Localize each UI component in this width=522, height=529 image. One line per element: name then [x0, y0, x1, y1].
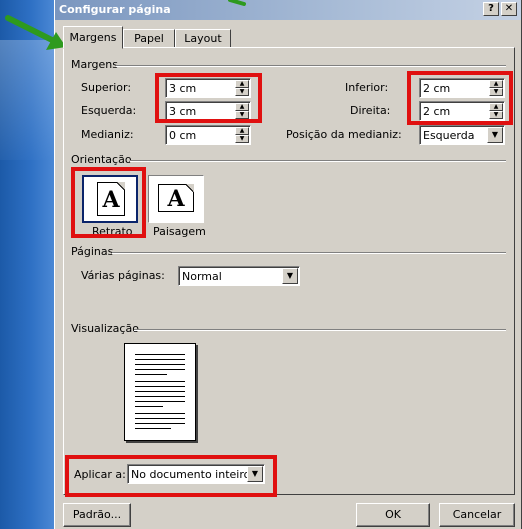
preview-text-line — [135, 354, 185, 355]
close-button[interactable]: ✕ — [501, 2, 517, 16]
right-margin-label: Direita: — [350, 104, 391, 117]
multiple-pages-label: Várias páginas: — [81, 269, 165, 282]
tab-layout[interactable]: Layout — [175, 29, 231, 48]
dialog-title: Configurar página — [59, 3, 171, 16]
landscape-button[interactable]: A — [148, 175, 204, 223]
preview-group-title: Visualização — [71, 322, 139, 335]
gutter-value: 0 cm — [169, 129, 197, 142]
preview-text-line — [135, 406, 163, 407]
preview-text-line — [135, 374, 167, 375]
multiple-pages-value: Normal — [182, 270, 222, 283]
preview-text-line — [135, 391, 185, 392]
gutter-position-label: Posição da medianiz: — [286, 128, 402, 141]
orientation-group-title: Orientação — [71, 153, 132, 166]
tab-margens[interactable]: Margens — [63, 26, 123, 49]
spin-up-icon[interactable]: ▲ — [235, 127, 249, 135]
landscape-label: Paisagem — [153, 225, 206, 238]
pages-group-title: Páginas — [71, 245, 114, 258]
pages-separator — [112, 252, 506, 254]
margins-group-title: Margens — [71, 58, 119, 71]
orientation-separator — [130, 160, 506, 162]
highlight-left-margins — [155, 73, 262, 123]
margins-separator — [116, 65, 506, 67]
preview-text-line — [135, 418, 185, 419]
highlight-right-margins — [407, 71, 513, 125]
spin-down-icon[interactable]: ▼ — [235, 135, 249, 143]
left-margin-label: Esquerda: — [81, 104, 137, 117]
gutter-label: Medianiz: — [81, 128, 134, 141]
ok-button[interactable]: OK — [356, 503, 430, 527]
gutter-position-select[interactable]: Esquerda ▼ — [419, 125, 505, 145]
highlight-portrait — [71, 167, 146, 238]
highlight-apply-to — [65, 455, 277, 497]
gutter-position-value: Esquerda — [423, 129, 475, 142]
gutter-spinner[interactable]: 0 cm ▲ ▼ — [165, 125, 251, 145]
preview-text-line — [135, 364, 185, 365]
top-margin-label: Superior: — [81, 81, 132, 94]
bottom-margin-label: Inferior: — [345, 81, 389, 94]
preview-text-line — [135, 359, 185, 360]
chevron-down-icon[interactable]: ▼ — [282, 268, 298, 284]
page-preview — [124, 343, 196, 441]
background-streak — [0, 40, 56, 160]
preview-separator — [134, 329, 506, 331]
preview-text-line — [135, 386, 185, 387]
chevron-down-icon[interactable]: ▼ — [487, 127, 503, 143]
multiple-pages-select[interactable]: Normal ▼ — [178, 266, 300, 286]
preview-text-line — [135, 413, 185, 414]
cancel-button[interactable]: Cancelar — [439, 503, 515, 527]
preview-text-line — [135, 396, 185, 397]
preview-text-line — [135, 423, 185, 424]
tab-papel[interactable]: Papel — [123, 29, 175, 48]
gutter-arrows: ▲ ▼ — [235, 127, 249, 143]
dialog-titlebar: Configurar página ? ✕ — [55, 0, 521, 20]
preview-text-line — [135, 428, 171, 429]
landscape-page-icon: A — [158, 184, 194, 212]
preview-text-line — [135, 369, 185, 370]
help-button[interactable]: ? — [483, 2, 499, 16]
preview-text-line — [135, 381, 185, 382]
page-fold-icon — [186, 184, 194, 192]
green-arrow-icon — [228, 0, 246, 6]
preview-text-line — [135, 401, 185, 402]
desktop-background — [0, 0, 56, 529]
default-button[interactable]: Padrão... — [63, 503, 131, 527]
